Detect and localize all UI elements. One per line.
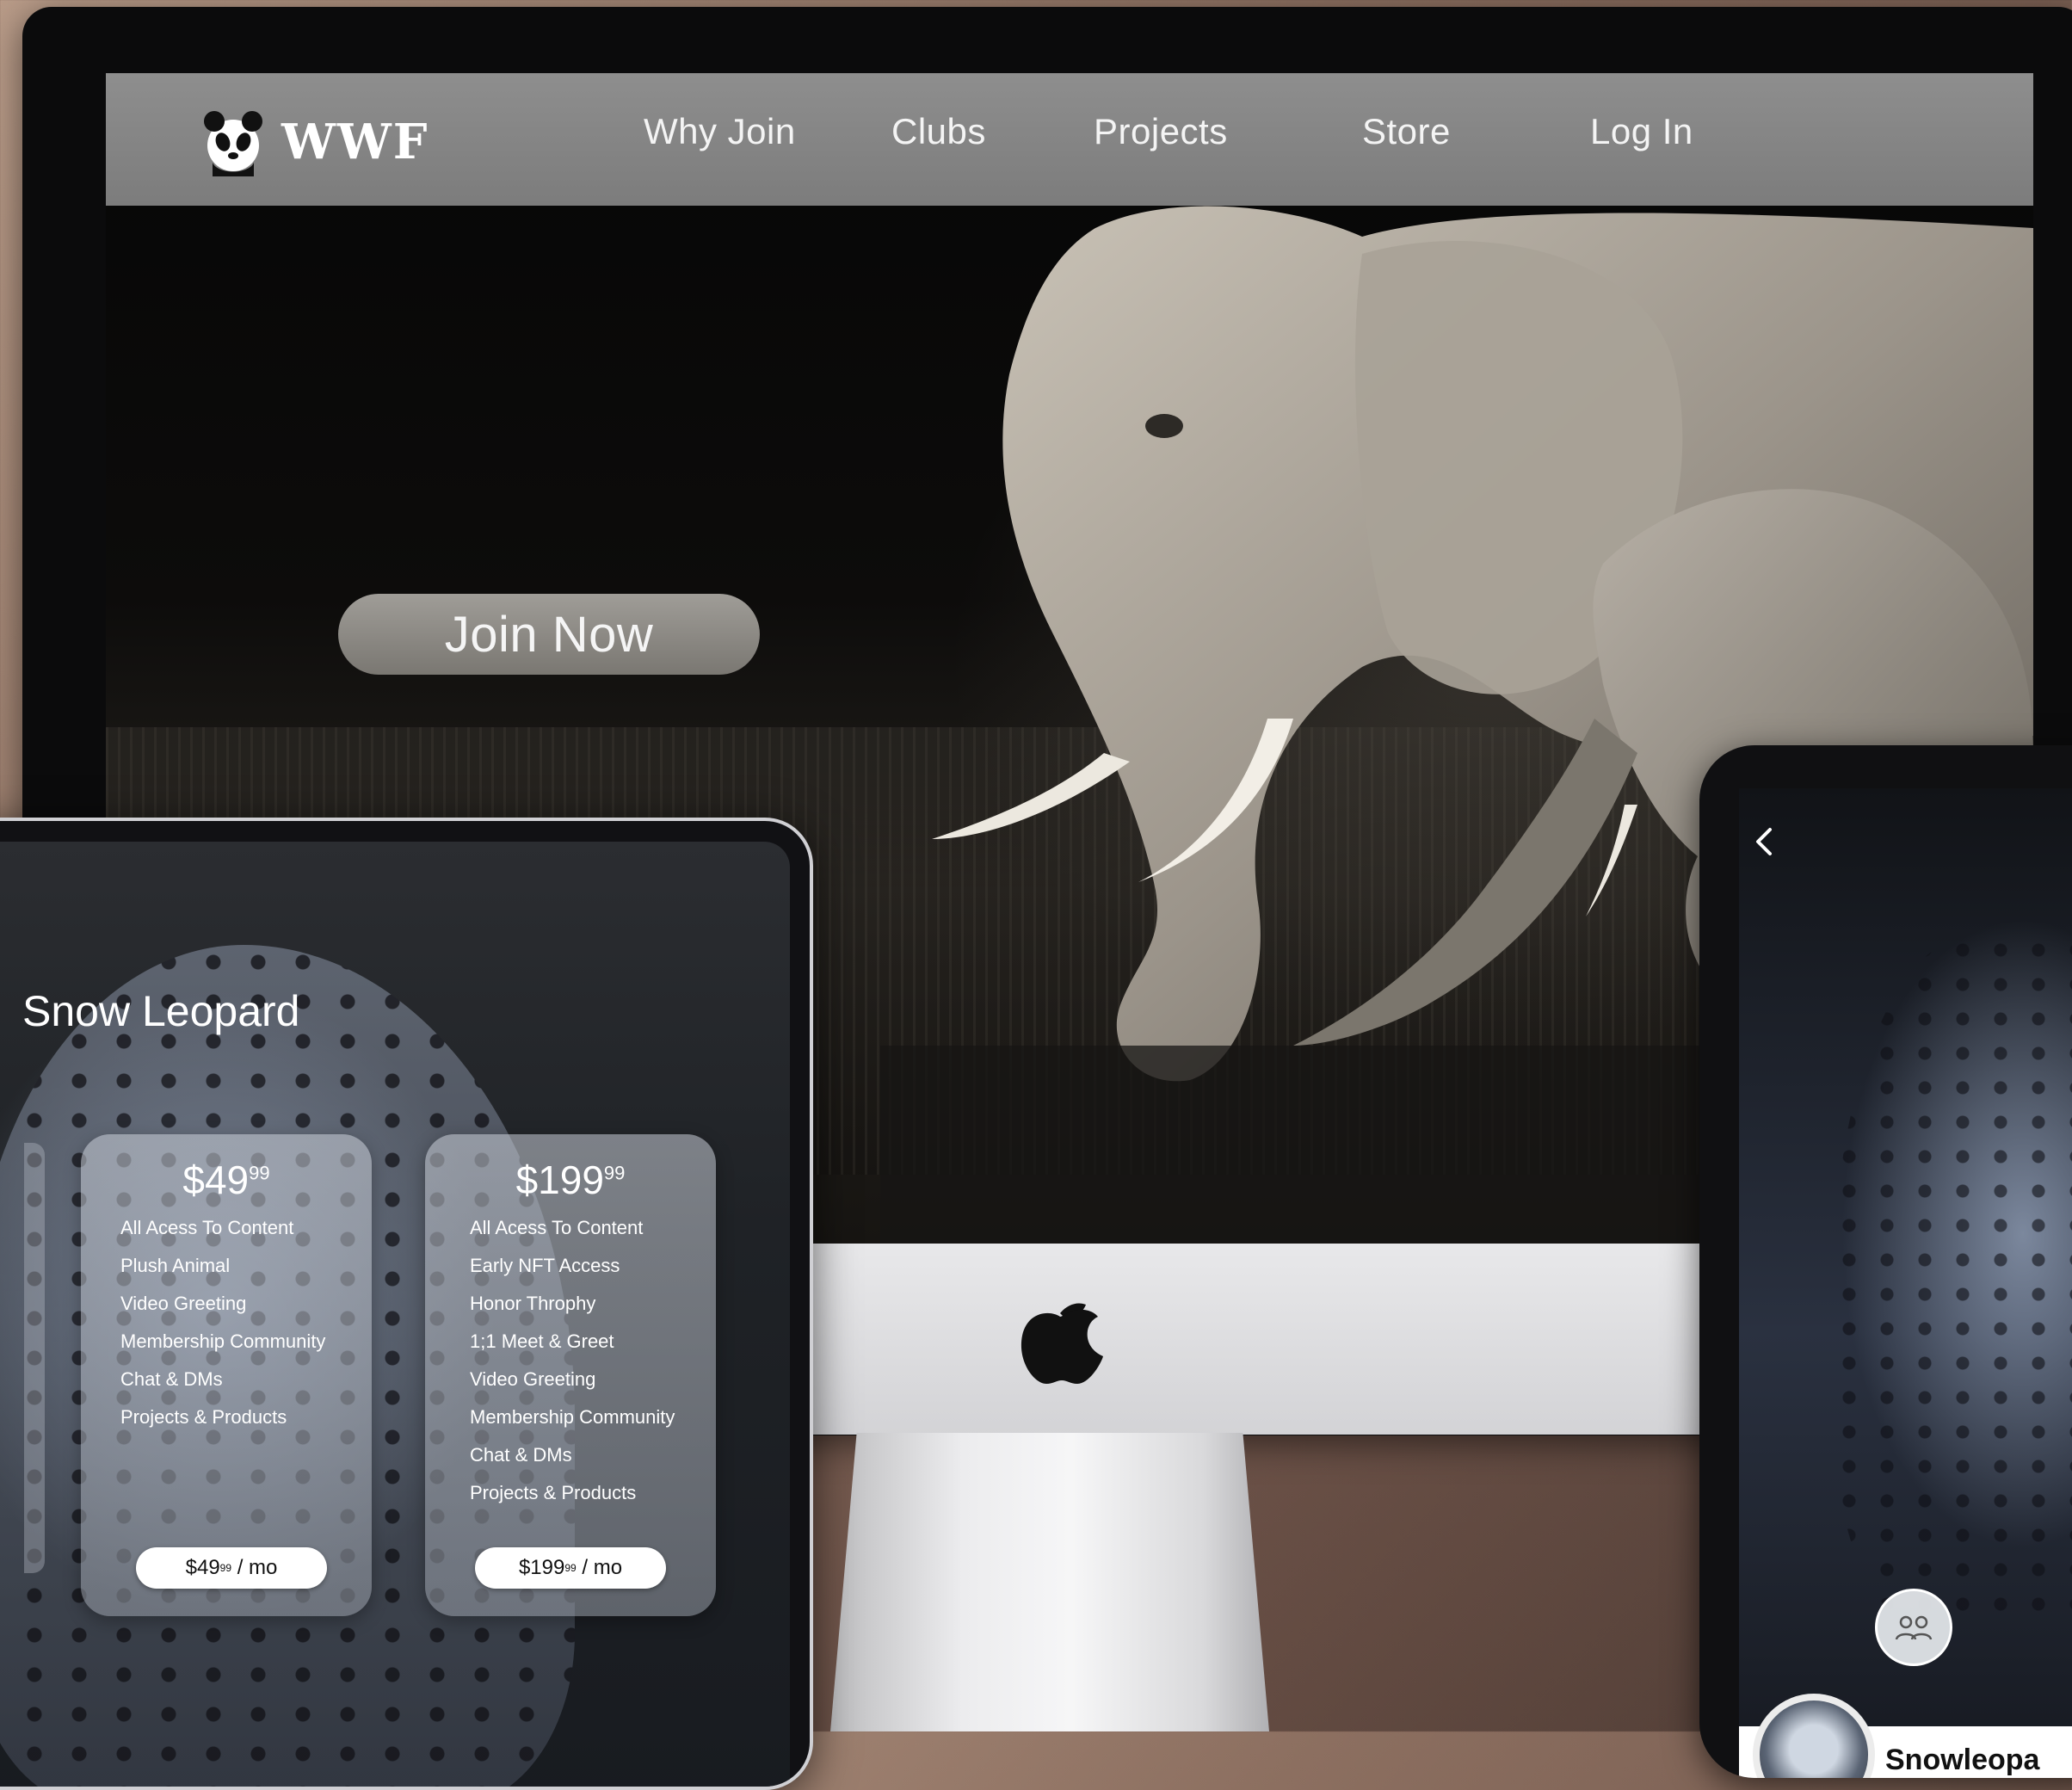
cta-cents: 99: [219, 1562, 232, 1574]
plan-feature: All Acess To Content: [120, 1217, 294, 1238]
snow-leopard-image: [1834, 935, 2072, 1623]
plan-feature: Video Greeting: [470, 1368, 596, 1390]
subscribe-basic-button[interactable]: $49 99 / mo: [136, 1547, 327, 1589]
imac-stand: [830, 1433, 1269, 1731]
plan-feature: Projects & Products: [120, 1406, 287, 1428]
group-button[interactable]: [1875, 1589, 1952, 1666]
plan-card-basic[interactable]: $4999 All Acess To Content Plush Animal …: [81, 1134, 372, 1616]
plan-feature: Chat & DMs: [120, 1368, 223, 1390]
phone-screen: Snowleopa: [1739, 788, 2072, 1778]
plan-feature: Plush Animal: [120, 1255, 231, 1276]
plan-feature: Video Greeting: [120, 1293, 247, 1314]
plan-feature: All Acess To Content: [470, 1217, 644, 1238]
profile-name: Snowleopa: [1885, 1744, 2040, 1776]
tablet-screen: Snow Leopard $4999 All Acess To Content …: [0, 842, 790, 1787]
join-now-button[interactable]: Join Now: [338, 594, 760, 675]
cta-suffix: / mo: [576, 1556, 623, 1579]
plan-feature: Honor Throphy: [470, 1293, 596, 1314]
plan-feature: 1;1 Meet & Greet: [470, 1330, 614, 1352]
price-cents: 99: [603, 1162, 626, 1184]
brand-name: WWF: [281, 114, 429, 170]
price-main: $199: [515, 1157, 604, 1202]
nav-log-in[interactable]: Log In: [1590, 111, 1693, 152]
plan-feature: Membership Community: [120, 1330, 326, 1352]
avatar[interactable]: [1753, 1694, 1875, 1778]
price-cents: 99: [249, 1162, 270, 1184]
tablet-title: Snow Leopard: [22, 987, 300, 1035]
panda-logo-icon: [204, 111, 262, 176]
plan-feature: Membership Community: [470, 1406, 675, 1428]
cta-cents: 99: [564, 1562, 577, 1574]
plan-card-partial: [24, 1143, 45, 1573]
cta-suffix: / mo: [231, 1556, 278, 1579]
nav-clubs[interactable]: Clubs: [891, 111, 986, 152]
plan-feature: Early NFT Access: [470, 1255, 620, 1276]
chevron-left-icon[interactable]: [1748, 824, 1782, 859]
nav-store[interactable]: Store: [1362, 111, 1451, 152]
brand-logo[interactable]: WWF: [200, 108, 429, 176]
plan-feature: Projects & Products: [470, 1482, 637, 1503]
subscribe-premium-button[interactable]: $199 99 / mo: [475, 1547, 666, 1589]
top-navbar: WWF Why Join Clubs Projects Store Log In: [106, 73, 2033, 206]
group-icon: [1895, 1615, 1933, 1640]
nav-projects[interactable]: Projects: [1094, 111, 1228, 152]
cta-main: $49: [185, 1556, 220, 1579]
cta-main: $199: [518, 1556, 565, 1579]
plan-feature: Chat & DMs: [470, 1444, 572, 1466]
plan-card-premium[interactable]: $19999 All Acess To Content Early NFT Ac…: [425, 1134, 716, 1616]
nav-why-join[interactable]: Why Join: [644, 111, 796, 152]
plan-price: $4999: [81, 1157, 372, 1203]
apple-logo-icon: [1021, 1303, 1103, 1384]
price-main: $49: [182, 1157, 250, 1202]
phone-frame: Snowleopa: [1699, 745, 2072, 1778]
plan-price: $19999: [425, 1157, 716, 1203]
tablet-frame: Snow Leopard $4999 All Acess To Content …: [0, 818, 813, 1790]
